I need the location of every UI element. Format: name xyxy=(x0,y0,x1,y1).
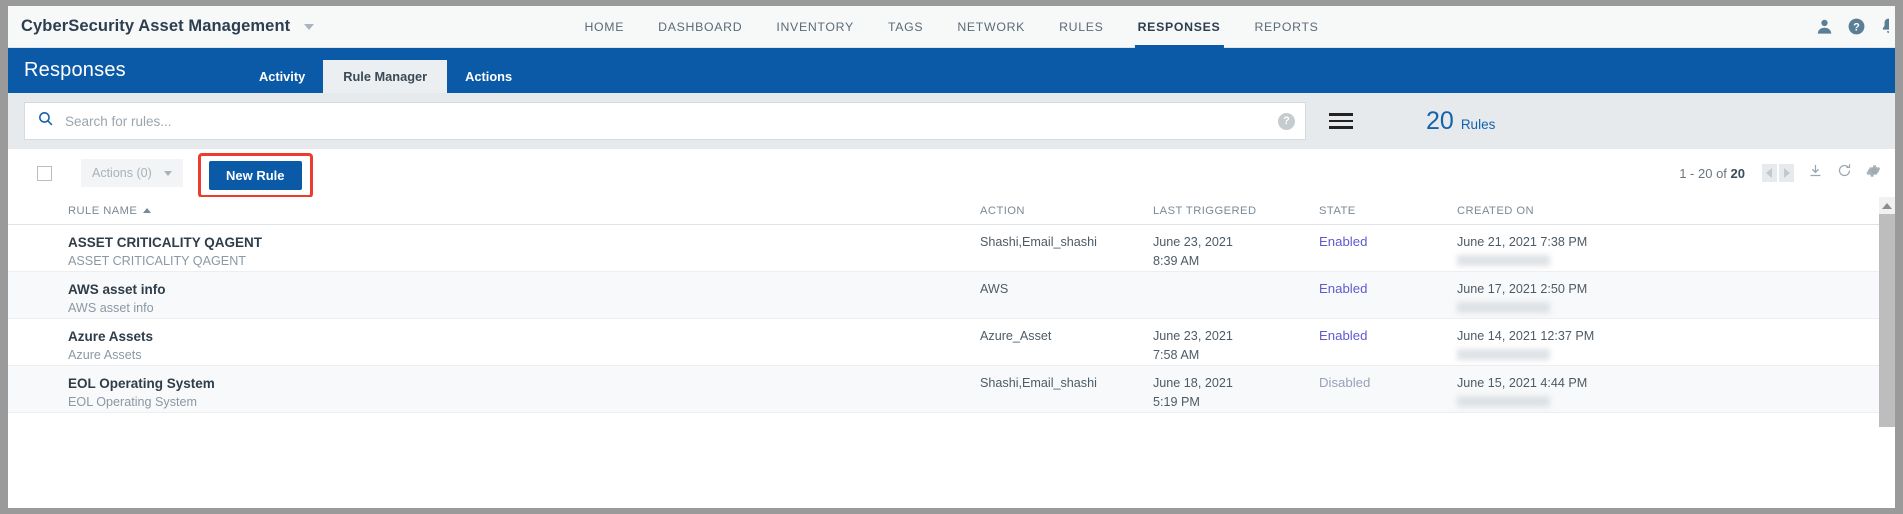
chevron-down-icon[interactable] xyxy=(304,23,315,30)
cell-state: Enabled xyxy=(1319,233,1457,251)
tab-rule-manager[interactable]: Rule Manager xyxy=(323,60,448,93)
rule-count-label: Rules xyxy=(1460,116,1496,132)
table-toolbar: Actions (0) New Rule 1 - 20 of 20 xyxy=(8,149,1895,198)
brand-title: CyberSecurity Asset Management xyxy=(21,17,291,35)
status-badge[interactable]: Enabled xyxy=(1319,328,1367,343)
page-tabs: Activity Rule Manager Actions xyxy=(241,48,530,93)
actions-dropdown-label: Actions (0) xyxy=(92,166,152,180)
settings-icon[interactable] xyxy=(1866,163,1882,184)
download-icon[interactable] xyxy=(1808,163,1823,183)
select-all-checkbox[interactable] xyxy=(37,165,52,181)
user-icon[interactable] xyxy=(1815,17,1834,36)
status-badge[interactable]: Disabled xyxy=(1319,375,1370,390)
table-header-row: RULE NAME ACTION LAST TRIGGERED STATE CR… xyxy=(8,197,1895,225)
new-rule-highlight: New Rule xyxy=(198,153,313,198)
cell-last-triggered: June 23, 2021 8:39 AM xyxy=(1153,235,1233,268)
chevron-down-icon xyxy=(163,170,172,176)
nav-item-rules[interactable]: RULES xyxy=(1042,6,1121,48)
search-help-icon[interactable]: ? xyxy=(1278,112,1295,130)
page-title: Responses xyxy=(24,59,126,81)
rule-count-number: 20 xyxy=(1426,106,1454,135)
nav-item-network[interactable]: NETWORK xyxy=(940,6,1042,48)
cell-created-on: June 14, 2021 12:37 PM xyxy=(1457,327,1717,360)
cell-rule-name: Azure Assets Azure Assets xyxy=(68,329,154,362)
cell-state: Disabled xyxy=(1319,374,1457,392)
pagination-range: 1 - 20 of 20 xyxy=(1679,165,1745,181)
column-header-action[interactable]: ACTION xyxy=(980,205,1153,217)
column-header-rule-name[interactable]: RULE NAME xyxy=(68,205,980,217)
search-input[interactable] xyxy=(65,113,1278,129)
pagination-controls: 1 - 20 of 20 xyxy=(1679,163,1882,184)
cell-action: Shashi,Email_shashi xyxy=(980,376,1097,390)
rules-table: RULE NAME ACTION LAST TRIGGERED STATE CR… xyxy=(8,197,1895,427)
new-rule-button[interactable]: New Rule xyxy=(209,161,302,190)
nav-item-dashboard[interactable]: DASHBOARD xyxy=(641,6,759,48)
prev-page-icon[interactable] xyxy=(1762,164,1777,182)
cell-state: Enabled xyxy=(1319,280,1457,298)
cell-action: AWS xyxy=(980,282,1009,296)
brand[interactable]: CyberSecurity Asset Management xyxy=(8,17,315,36)
column-header-last-triggered[interactable]: LAST TRIGGERED xyxy=(1153,205,1319,217)
column-header-state[interactable]: STATE xyxy=(1319,205,1457,217)
redacted-text xyxy=(1457,255,1550,266)
next-page-icon[interactable] xyxy=(1779,164,1794,182)
nav-item-responses[interactable]: RESPONSES xyxy=(1121,6,1238,48)
main-menu: HOME DASHBOARD INVENTORY TAGS NETWORK RU… xyxy=(567,6,1335,48)
cell-state: Enabled xyxy=(1319,327,1457,345)
cell-rule-name: ASSET CRITICALITY QAGENT ASSET CRITICALI… xyxy=(68,235,263,268)
search-bar-region: ? 20 Rules xyxy=(8,93,1895,149)
notifications-icon[interactable] xyxy=(1879,17,1889,36)
tab-actions[interactable]: Actions xyxy=(447,60,530,93)
redacted-text xyxy=(1457,396,1550,407)
column-header-created-on[interactable]: CREATED ON xyxy=(1457,205,1717,217)
page-header: Responses Activity Rule Manager Actions xyxy=(8,48,1895,93)
nav-item-tags[interactable]: TAGS xyxy=(871,6,940,48)
cell-created-on: June 17, 2021 2:50 PM xyxy=(1457,280,1717,313)
rule-count: 20 Rules xyxy=(1426,107,1495,136)
redacted-text xyxy=(1457,302,1550,313)
navbar-icons: ? xyxy=(1815,17,1889,36)
cell-rule-name: EOL Operating System EOL Operating Syste… xyxy=(68,376,215,409)
cell-last-triggered: June 23, 2021 7:58 AM xyxy=(1153,329,1233,362)
search-box[interactable]: ? xyxy=(24,102,1306,140)
vertical-scrollbar[interactable] xyxy=(1879,197,1895,427)
nav-item-home[interactable]: HOME xyxy=(567,6,641,48)
nav-item-inventory[interactable]: INVENTORY xyxy=(759,6,871,48)
redacted-text xyxy=(1457,349,1550,360)
sort-ascending-icon xyxy=(143,208,152,213)
tab-activity[interactable]: Activity xyxy=(241,60,323,93)
table-row[interactable]: Azure Assets Azure Assets Azure_Asset Ju… xyxy=(8,319,1895,366)
cell-last-triggered: June 18, 2021 5:19 PM xyxy=(1153,376,1233,409)
cell-rule-name: AWS asset info AWS asset info xyxy=(68,282,166,315)
refresh-icon[interactable] xyxy=(1837,163,1852,183)
actions-dropdown[interactable]: Actions (0) xyxy=(81,159,183,187)
help-icon[interactable]: ? xyxy=(1847,17,1866,36)
status-badge[interactable]: Enabled xyxy=(1319,281,1367,296)
cell-action: Azure_Asset xyxy=(980,329,1052,343)
svg-text:?: ? xyxy=(1853,21,1860,33)
cell-created-on: June 15, 2021 4:44 PM xyxy=(1457,374,1717,407)
nav-item-reports[interactable]: REPORTS xyxy=(1237,6,1335,48)
global-navbar: CyberSecurity Asset Management HOME DASH… xyxy=(8,6,1895,48)
table-row[interactable]: ASSET CRITICALITY QAGENT ASSET CRITICALI… xyxy=(8,225,1895,272)
cell-created-on: June 21, 2021 7:38 PM xyxy=(1457,233,1717,266)
search-icon xyxy=(37,110,54,132)
table-row[interactable]: EOL Operating System EOL Operating Syste… xyxy=(8,366,1895,413)
status-badge[interactable]: Enabled xyxy=(1319,234,1367,249)
scroll-up-icon[interactable] xyxy=(1879,197,1895,214)
hamburger-icon[interactable] xyxy=(1329,113,1353,129)
table-row[interactable]: AWS asset info AWS asset info AWS Enable… xyxy=(8,272,1895,319)
cell-action: Shashi,Email_shashi xyxy=(980,235,1097,249)
scrollbar-thumb[interactable] xyxy=(1879,214,1895,427)
app-window: CyberSecurity Asset Management HOME DASH… xyxy=(8,6,1895,508)
